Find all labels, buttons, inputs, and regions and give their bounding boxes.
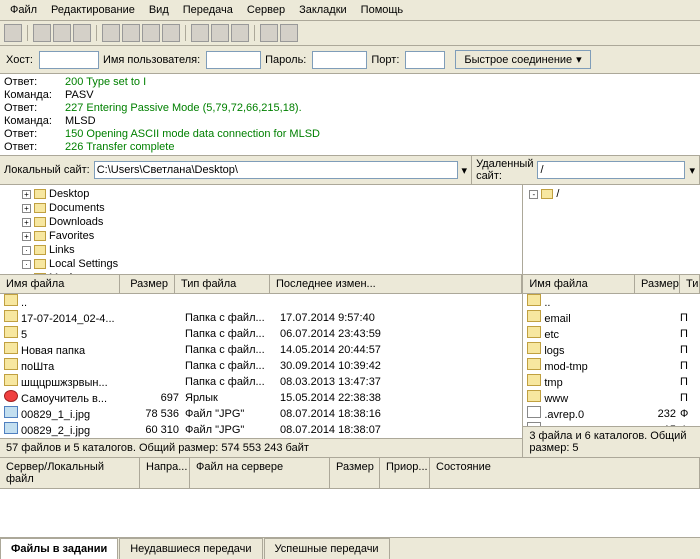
toggle-tree-icon[interactable] xyxy=(53,24,71,42)
local-file-list[interactable]: ..17-07-2014_02-4...Папка с файл...17.07… xyxy=(0,294,522,438)
site-manager-icon[interactable] xyxy=(4,24,22,42)
reconnect-icon[interactable] xyxy=(191,24,209,42)
menu-bookmarks[interactable]: Закладки xyxy=(293,2,353,18)
list-item[interactable]: .. xyxy=(0,294,522,310)
host-input[interactable] xyxy=(39,51,99,69)
menu-help[interactable]: Помощь xyxy=(355,2,410,18)
quickconnect-button[interactable]: Быстрое соединение▾ xyxy=(455,50,590,69)
menu-server[interactable]: Сервер xyxy=(241,2,291,18)
list-item[interactable]: mod-tmpП xyxy=(523,358,700,374)
host-label: Хост: xyxy=(6,54,33,66)
user-input[interactable] xyxy=(206,51,261,69)
list-item[interactable]: logsП xyxy=(523,342,700,358)
local-tree[interactable]: +Desktop+Documents+Downloads+Favorites·L… xyxy=(0,185,522,275)
list-item[interactable]: tmpП xyxy=(523,374,700,390)
local-status: 57 файлов и 5 каталогов. Общий размер: 5… xyxy=(0,438,522,457)
toggle-queue-icon[interactable] xyxy=(73,24,91,42)
col-size[interactable]: Размер xyxy=(635,275,680,293)
local-list-header: Имя файла Размер Тип файла Последнее изм… xyxy=(0,275,522,294)
qcol-size[interactable]: Размер xyxy=(330,458,380,488)
filter-icon[interactable] xyxy=(211,24,229,42)
list-item[interactable]: Самоучитель в...697Ярлык15.05.2014 22:38… xyxy=(0,390,522,406)
transfer-queue: Сервер/Локальный файл Напра... Файл на с… xyxy=(0,457,700,537)
tab-failed[interactable]: Неудавшиеся передачи xyxy=(119,538,262,559)
pass-label: Пароль: xyxy=(265,54,306,66)
col-name[interactable]: Имя файла xyxy=(0,275,120,293)
list-item[interactable]: 00829_1_i.jpg78 536Файл "JPG"08.07.2014 … xyxy=(0,406,522,422)
local-site-label: Локальный сайт: xyxy=(4,164,90,176)
expand-icon[interactable]: - xyxy=(529,190,538,199)
queue-body[interactable] xyxy=(0,489,700,537)
col-modified[interactable]: Последнее измен... xyxy=(270,275,522,293)
chevron-down-icon[interactable]: ▾ xyxy=(576,53,582,66)
compare-icon[interactable] xyxy=(231,24,249,42)
col-type[interactable]: Ти xyxy=(680,275,700,293)
menu-bar: Файл Редактирование Вид Передача Сервер … xyxy=(0,0,700,21)
tree-item[interactable]: ·Local Settings xyxy=(2,257,520,271)
tree-item[interactable]: +Documents xyxy=(2,201,520,215)
list-item[interactable]: 5Папка с файл...06.07.2014 23:43:59 xyxy=(0,326,522,342)
remote-status: 3 файла и 6 каталогов. Общий размер: 5 xyxy=(523,426,700,457)
list-item[interactable]: 00829_2_i.jpg60 310Файл "JPG"08.07.2014 … xyxy=(0,422,522,438)
qcol-state[interactable]: Состояние xyxy=(430,458,700,488)
qcol-remote[interactable]: Файл на сервере xyxy=(190,458,330,488)
menu-file[interactable]: Файл xyxy=(4,2,43,18)
qcol-dir[interactable]: Напра... xyxy=(140,458,190,488)
remote-tree[interactable]: -/ xyxy=(523,185,700,275)
list-item[interactable]: emailП xyxy=(523,310,700,326)
dropdown-icon[interactable]: ▾ xyxy=(462,164,468,177)
cancel-icon[interactable] xyxy=(142,24,160,42)
list-item[interactable]: 17-07-2014_02-4...Папка с файл...17.07.2… xyxy=(0,310,522,326)
process-queue-icon[interactable] xyxy=(122,24,140,42)
message-log: Ответ:200 Type set to IКоманда:PASVОтвет… xyxy=(0,74,700,156)
refresh-icon[interactable] xyxy=(102,24,120,42)
col-name[interactable]: Имя файла xyxy=(523,275,635,293)
remote-site-label: Удаленный сайт: xyxy=(476,158,533,182)
sync-icon[interactable] xyxy=(260,24,278,42)
tree-item[interactable]: ·Links xyxy=(2,243,520,257)
tree-item[interactable]: +Downloads xyxy=(2,215,520,229)
find-icon[interactable] xyxy=(280,24,298,42)
remote-file-list[interactable]: ..emailПetcПlogsПmod-tmpПtmpПwwwП.avrep.… xyxy=(523,294,700,426)
list-item[interactable]: wwwП xyxy=(523,390,700,406)
site-bar: Локальный сайт: ▾ Удаленный сайт: ▾ xyxy=(0,156,700,185)
col-type[interactable]: Тип файла xyxy=(175,275,270,293)
tree-item[interactable]: +Desktop xyxy=(2,187,520,201)
tree-item[interactable]: +Favorites xyxy=(2,229,520,243)
user-label: Имя пользователя: xyxy=(103,54,200,66)
list-item[interactable]: .. xyxy=(523,294,700,310)
toolbar xyxy=(0,21,700,46)
qcol-server[interactable]: Сервер/Локальный файл xyxy=(0,458,140,488)
folder-icon xyxy=(541,189,553,199)
pass-input[interactable] xyxy=(312,51,367,69)
list-item[interactable]: etcП xyxy=(523,326,700,342)
tab-queue[interactable]: Файлы в задании xyxy=(0,538,118,559)
tree-item[interactable]: / xyxy=(556,187,559,201)
menu-edit[interactable]: Редактирование xyxy=(45,2,141,18)
menu-view[interactable]: Вид xyxy=(143,2,175,18)
port-label: Порт: xyxy=(371,54,399,66)
dropdown-icon[interactable]: ▾ xyxy=(689,164,695,177)
menu-transfer[interactable]: Передача xyxy=(177,2,239,18)
local-path-input[interactable] xyxy=(94,161,458,179)
list-item[interactable]: .avrep.0232Ф xyxy=(523,406,700,422)
quickconnect-bar: Хост: Имя пользователя: Пароль: Порт: Бы… xyxy=(0,46,700,74)
list-item[interactable]: Новая папкаПапка с файл...14.05.2014 20:… xyxy=(0,342,522,358)
main-panels: +Desktop+Documents+Downloads+Favorites·L… xyxy=(0,185,700,457)
qcol-prio[interactable]: Приор... xyxy=(380,458,430,488)
bottom-tabs: Файлы в задании Неудавшиеся передачи Усп… xyxy=(0,537,700,559)
tab-success[interactable]: Успешные передачи xyxy=(264,538,390,559)
remote-list-header: Имя файла Размер Ти xyxy=(523,275,700,294)
toggle-log-icon[interactable] xyxy=(33,24,51,42)
disconnect-icon[interactable] xyxy=(162,24,180,42)
remote-path-input[interactable] xyxy=(537,161,685,179)
list-item[interactable]: поШтаПапка с файл...30.09.2014 10:39:42 xyxy=(0,358,522,374)
port-input[interactable] xyxy=(405,51,445,69)
list-item[interactable]: шщцршжзрвын...Папка с файл...08.03.2013 … xyxy=(0,374,522,390)
col-size[interactable]: Размер xyxy=(120,275,175,293)
